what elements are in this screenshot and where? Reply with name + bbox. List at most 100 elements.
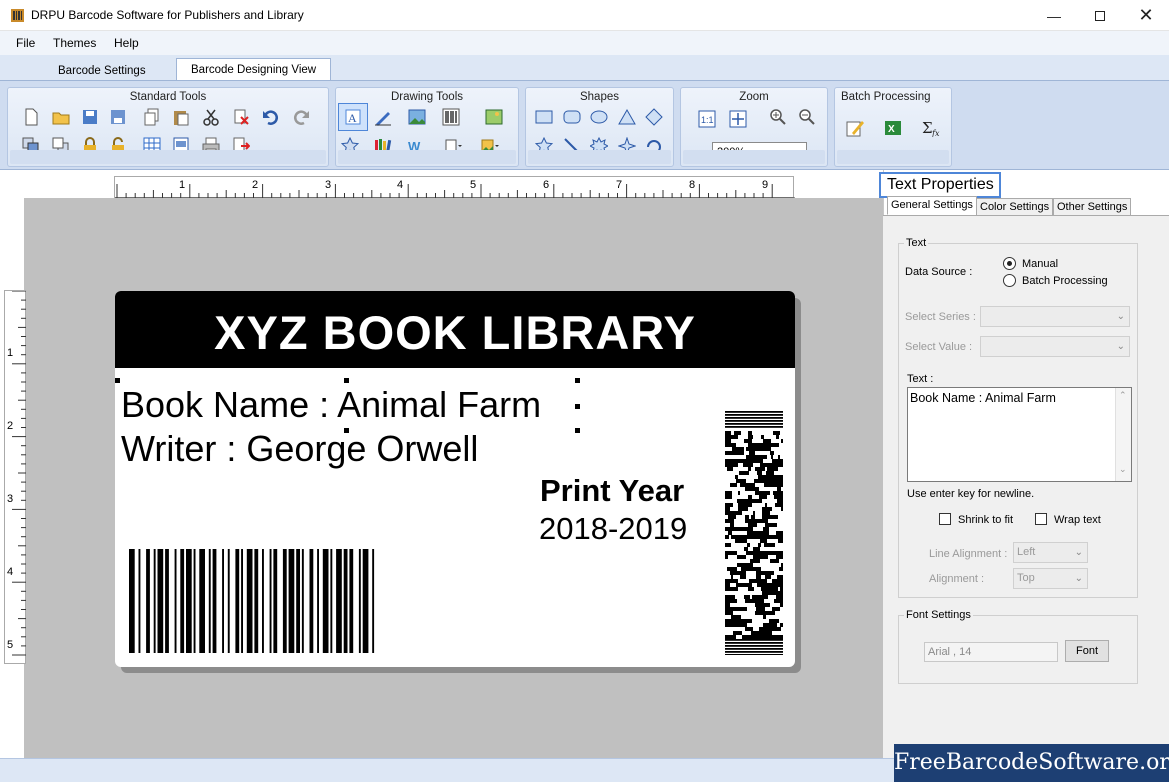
radio-manual[interactable] (1003, 257, 1016, 270)
paste-icon[interactable] (170, 106, 192, 128)
menu-file[interactable]: File (16, 36, 35, 50)
tab-barcode-settings[interactable]: Barcode Settings (43, 59, 161, 81)
shrink-to-fit-checkbox[interactable] (939, 513, 951, 525)
ruler-h-2: 2 (252, 179, 259, 191)
line-alignment-dropdown[interactable]: Left ⌄ (1013, 542, 1088, 563)
new-icon[interactable] (20, 106, 42, 128)
tab-color-settings[interactable]: Color Settings (976, 198, 1054, 216)
group-title-drawing: Drawing Tools (390, 91, 463, 103)
text-group-title: Text (904, 237, 929, 249)
wrap-text-checkbox[interactable] (1035, 513, 1047, 525)
linear-barcode[interactable] (129, 549, 499, 653)
vertical-ruler: 1 2 3 4 5 (4, 290, 26, 664)
minimize-icon: — (1047, 7, 1061, 24)
tab-barcode-designing-view[interactable]: Barcode Designing View (176, 58, 332, 81)
batch-edit-icon[interactable] (844, 117, 866, 139)
radio-batch-label[interactable]: Batch Processing (1022, 275, 1108, 287)
redo-icon[interactable] (290, 106, 312, 128)
open-icon[interactable] (50, 106, 72, 128)
label-header[interactable]: XYZ BOOK LIBRARY (115, 291, 795, 368)
text-label: Text : (907, 373, 934, 385)
selection-handle[interactable] (575, 428, 580, 433)
selection-handle[interactable] (115, 378, 120, 383)
image-tool-icon[interactable] (406, 106, 428, 128)
app-icon (10, 8, 25, 23)
barcode-tool-icon[interactable] (440, 106, 462, 128)
fit-to-window-icon[interactable] (727, 108, 749, 130)
text-scrollbar[interactable]: ⌃ ⌄ (1115, 388, 1131, 481)
chevron-down-icon: ⌄ (1116, 311, 1125, 322)
group-batch-processing: Batch Processing X Σfx (834, 87, 952, 167)
diamond-icon[interactable] (643, 106, 665, 128)
save-as-icon[interactable] (107, 106, 129, 128)
newline-hint: Use enter key for newline. (907, 488, 1035, 500)
excel-import-icon[interactable]: X (882, 117, 904, 139)
ruler-h-7: 7 (616, 179, 623, 191)
ruler-h-8: 8 (689, 179, 696, 191)
properties-title: Text Properties (879, 172, 1001, 198)
group-title-standard: Standard Tools (129, 91, 207, 103)
select-series-dropdown[interactable]: ⌄ (980, 306, 1130, 327)
selection-handle[interactable] (344, 378, 349, 383)
menu-bar (0, 31, 1169, 55)
wrap-text-label[interactable]: Wrap text (1054, 514, 1101, 526)
text-input[interactable]: Book Name : Animal Farm (907, 387, 1132, 482)
delete-icon[interactable] (230, 106, 252, 128)
label-print-year-value[interactable]: 2018-2019 (539, 511, 687, 547)
scroll-down-icon[interactable]: ⌄ (1119, 464, 1127, 475)
shrink-to-fit-label[interactable]: Shrink to fit (958, 514, 1013, 526)
cut-icon[interactable] (200, 106, 222, 128)
ruler-v-5: 5 (7, 639, 14, 651)
select-value-label: Select Value : (905, 341, 973, 353)
window-title: DRPU Barcode Software for Publishers and… (31, 8, 304, 22)
picture-tool-icon[interactable] (483, 106, 505, 128)
ribbon: Standard Tools Drawing Tools A W Shapes … (0, 80, 1169, 170)
zoom-out-icon[interactable] (796, 106, 818, 128)
ellipse-icon[interactable] (588, 106, 610, 128)
selection-handle[interactable] (575, 404, 580, 409)
group-title-batch: Batch Processing (841, 91, 931, 103)
minimize-button[interactable]: — (1031, 0, 1077, 31)
text-tool-icon[interactable]: A (338, 103, 368, 131)
radio-batch-processing[interactable] (1003, 274, 1016, 287)
barcode-label[interactable]: XYZ BOOK LIBRARY Book Name : Animal Farm… (115, 291, 795, 667)
alignment-label: Alignment : (929, 573, 985, 585)
ruler-h-4: 4 (397, 179, 404, 191)
label-writer[interactable]: Writer : George Orwell (121, 428, 478, 470)
horizontal-ruler: 1 2 3 4 5 6 7 8 9 (114, 176, 795, 199)
rounded-rectangle-icon[interactable] (561, 106, 583, 128)
close-button[interactable]: ✕ (1123, 0, 1169, 31)
undo-icon[interactable] (260, 106, 282, 128)
actual-size-icon[interactable]: 1:1 (696, 108, 718, 130)
ruler-v-2: 2 (7, 420, 14, 432)
triangle-icon[interactable] (616, 106, 638, 128)
svg-text:A: A (348, 111, 357, 125)
radio-manual-label[interactable]: Manual (1022, 258, 1058, 270)
selection-handle[interactable] (575, 378, 580, 383)
group-standard-tools: Standard Tools (7, 87, 329, 167)
maximize-button[interactable] (1077, 0, 1123, 31)
ruler-v-1: 1 (7, 347, 14, 359)
copy-icon[interactable] (141, 106, 163, 128)
menu-themes[interactable]: Themes (53, 36, 96, 50)
label-book-name[interactable]: Book Name : Animal Farm (121, 384, 541, 426)
group-zoom: Zoom 1:1 200%⌄ (680, 87, 828, 167)
rectangle-icon[interactable] (533, 106, 555, 128)
tab-other-settings[interactable]: Other Settings (1053, 198, 1132, 216)
svg-text:fx: fx (931, 129, 940, 137)
font-button[interactable]: Font (1065, 640, 1109, 662)
chevron-down-icon: ⌄ (1074, 573, 1083, 584)
selection-handle[interactable] (344, 428, 349, 433)
zoom-in-icon[interactable] (767, 106, 789, 128)
save-icon[interactable] (79, 106, 101, 128)
alignment-dropdown[interactable]: Top ⌄ (1013, 568, 1088, 589)
pen-tool-icon[interactable] (372, 106, 394, 128)
menu-help[interactable]: Help (114, 36, 139, 50)
tab-general-settings[interactable]: General Settings (887, 196, 977, 215)
select-value-dropdown[interactable]: ⌄ (980, 336, 1130, 357)
label-print-year[interactable]: Print Year (540, 473, 684, 509)
formula-icon[interactable]: Σfx (920, 117, 942, 139)
svg-text:1:1: 1:1 (701, 115, 714, 125)
scroll-up-icon[interactable]: ⌃ (1119, 390, 1127, 401)
pdf417-barcode[interactable] (725, 411, 783, 655)
